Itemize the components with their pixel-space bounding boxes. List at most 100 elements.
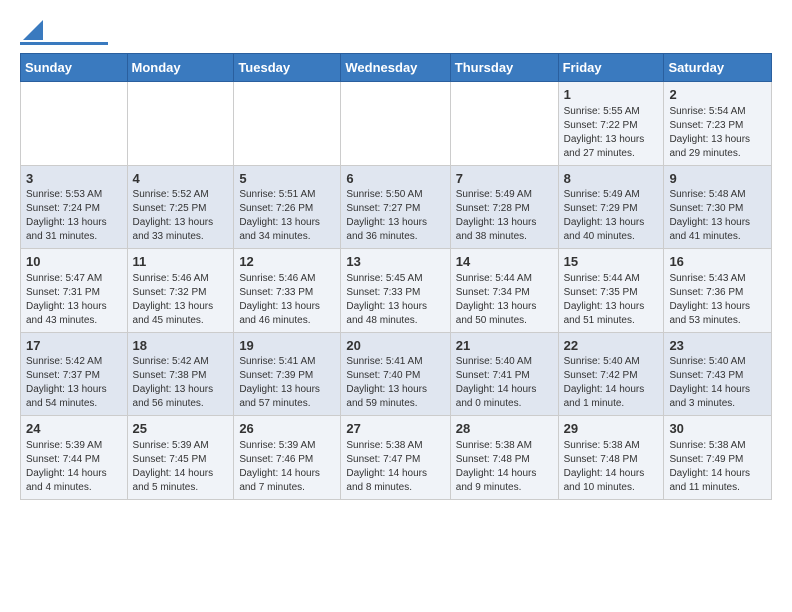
calendar-day-cell xyxy=(127,82,234,166)
day-number: 3 xyxy=(26,170,122,188)
day-number: 8 xyxy=(564,170,659,188)
day-info: Sunrise: 5:40 AM Sunset: 7:43 PM Dayligh… xyxy=(669,355,766,411)
calendar-day-cell: 17Sunrise: 5:42 AM Sunset: 7:37 PM Dayli… xyxy=(21,332,128,416)
calendar-day-cell: 6Sunrise: 5:50 AM Sunset: 7:27 PM Daylig… xyxy=(341,165,450,249)
day-info: Sunrise: 5:50 AM Sunset: 7:27 PM Dayligh… xyxy=(346,188,444,244)
day-info: Sunrise: 5:48 AM Sunset: 7:30 PM Dayligh… xyxy=(669,188,766,244)
day-number: 14 xyxy=(456,253,553,271)
day-info: Sunrise: 5:42 AM Sunset: 7:38 PM Dayligh… xyxy=(133,355,229,411)
day-number: 13 xyxy=(346,253,444,271)
calendar-day-cell xyxy=(21,82,128,166)
day-number: 5 xyxy=(239,170,335,188)
calendar-day-cell: 5Sunrise: 5:51 AM Sunset: 7:26 PM Daylig… xyxy=(234,165,341,249)
calendar-day-cell: 26Sunrise: 5:39 AM Sunset: 7:46 PM Dayli… xyxy=(234,416,341,500)
day-info: Sunrise: 5:45 AM Sunset: 7:33 PM Dayligh… xyxy=(346,272,444,328)
day-info: Sunrise: 5:51 AM Sunset: 7:26 PM Dayligh… xyxy=(239,188,335,244)
day-number: 25 xyxy=(133,420,229,438)
day-number: 16 xyxy=(669,253,766,271)
day-info: Sunrise: 5:44 AM Sunset: 7:35 PM Dayligh… xyxy=(564,272,659,328)
calendar-day-cell: 4Sunrise: 5:52 AM Sunset: 7:25 PM Daylig… xyxy=(127,165,234,249)
day-number: 23 xyxy=(669,337,766,355)
day-info: Sunrise: 5:39 AM Sunset: 7:46 PM Dayligh… xyxy=(239,439,335,495)
calendar-week-row: 10Sunrise: 5:47 AM Sunset: 7:31 PM Dayli… xyxy=(21,249,772,333)
calendar-week-row: 3Sunrise: 5:53 AM Sunset: 7:24 PM Daylig… xyxy=(21,165,772,249)
weekday-header-cell: Friday xyxy=(558,54,664,82)
day-number: 17 xyxy=(26,337,122,355)
weekday-header-cell: Wednesday xyxy=(341,54,450,82)
day-number: 19 xyxy=(239,337,335,355)
day-number: 21 xyxy=(456,337,553,355)
day-info: Sunrise: 5:38 AM Sunset: 7:49 PM Dayligh… xyxy=(669,439,766,495)
day-number: 7 xyxy=(456,170,553,188)
calendar-day-cell: 15Sunrise: 5:44 AM Sunset: 7:35 PM Dayli… xyxy=(558,249,664,333)
day-info: Sunrise: 5:38 AM Sunset: 7:48 PM Dayligh… xyxy=(456,439,553,495)
page-header xyxy=(20,16,772,45)
calendar-day-cell: 3Sunrise: 5:53 AM Sunset: 7:24 PM Daylig… xyxy=(21,165,128,249)
weekday-header-row: SundayMondayTuesdayWednesdayThursdayFrid… xyxy=(21,54,772,82)
calendar-day-cell: 1Sunrise: 5:55 AM Sunset: 7:22 PM Daylig… xyxy=(558,82,664,166)
day-info: Sunrise: 5:46 AM Sunset: 7:32 PM Dayligh… xyxy=(133,272,229,328)
calendar-body: 1Sunrise: 5:55 AM Sunset: 7:22 PM Daylig… xyxy=(21,82,772,500)
calendar-day-cell: 25Sunrise: 5:39 AM Sunset: 7:45 PM Dayli… xyxy=(127,416,234,500)
weekday-header-cell: Tuesday xyxy=(234,54,341,82)
day-info: Sunrise: 5:49 AM Sunset: 7:29 PM Dayligh… xyxy=(564,188,659,244)
calendar-day-cell xyxy=(234,82,341,166)
day-info: Sunrise: 5:38 AM Sunset: 7:48 PM Dayligh… xyxy=(564,439,659,495)
calendar-day-cell: 7Sunrise: 5:49 AM Sunset: 7:28 PM Daylig… xyxy=(450,165,558,249)
calendar-day-cell: 11Sunrise: 5:46 AM Sunset: 7:32 PM Dayli… xyxy=(127,249,234,333)
calendar-day-cell: 21Sunrise: 5:40 AM Sunset: 7:41 PM Dayli… xyxy=(450,332,558,416)
calendar-week-row: 1Sunrise: 5:55 AM Sunset: 7:22 PM Daylig… xyxy=(21,82,772,166)
day-number: 18 xyxy=(133,337,229,355)
weekday-header-cell: Thursday xyxy=(450,54,558,82)
calendar-day-cell: 16Sunrise: 5:43 AM Sunset: 7:36 PM Dayli… xyxy=(664,249,772,333)
calendar-week-row: 17Sunrise: 5:42 AM Sunset: 7:37 PM Dayli… xyxy=(21,332,772,416)
day-number: 6 xyxy=(346,170,444,188)
day-number: 24 xyxy=(26,420,122,438)
calendar-day-cell: 29Sunrise: 5:38 AM Sunset: 7:48 PM Dayli… xyxy=(558,416,664,500)
calendar-day-cell: 10Sunrise: 5:47 AM Sunset: 7:31 PM Dayli… xyxy=(21,249,128,333)
calendar-day-cell: 18Sunrise: 5:42 AM Sunset: 7:38 PM Dayli… xyxy=(127,332,234,416)
calendar-day-cell: 20Sunrise: 5:41 AM Sunset: 7:40 PM Dayli… xyxy=(341,332,450,416)
day-info: Sunrise: 5:42 AM Sunset: 7:37 PM Dayligh… xyxy=(26,355,122,411)
calendar-day-cell xyxy=(450,82,558,166)
weekday-header-cell: Sunday xyxy=(21,54,128,82)
calendar-day-cell: 12Sunrise: 5:46 AM Sunset: 7:33 PM Dayli… xyxy=(234,249,341,333)
day-number: 2 xyxy=(669,86,766,104)
day-info: Sunrise: 5:39 AM Sunset: 7:44 PM Dayligh… xyxy=(26,439,122,495)
day-number: 29 xyxy=(564,420,659,438)
day-info: Sunrise: 5:39 AM Sunset: 7:45 PM Dayligh… xyxy=(133,439,229,495)
calendar-day-cell: 23Sunrise: 5:40 AM Sunset: 7:43 PM Dayli… xyxy=(664,332,772,416)
weekday-header-cell: Saturday xyxy=(664,54,772,82)
day-number: 10 xyxy=(26,253,122,271)
day-info: Sunrise: 5:54 AM Sunset: 7:23 PM Dayligh… xyxy=(669,105,766,161)
day-number: 20 xyxy=(346,337,444,355)
calendar-day-cell: 28Sunrise: 5:38 AM Sunset: 7:48 PM Dayli… xyxy=(450,416,558,500)
day-info: Sunrise: 5:53 AM Sunset: 7:24 PM Dayligh… xyxy=(26,188,122,244)
day-number: 1 xyxy=(564,86,659,104)
weekday-header-cell: Monday xyxy=(127,54,234,82)
calendar-day-cell: 30Sunrise: 5:38 AM Sunset: 7:49 PM Dayli… xyxy=(664,416,772,500)
logo xyxy=(20,20,108,45)
day-number: 9 xyxy=(669,170,766,188)
calendar-week-row: 24Sunrise: 5:39 AM Sunset: 7:44 PM Dayli… xyxy=(21,416,772,500)
calendar-day-cell: 24Sunrise: 5:39 AM Sunset: 7:44 PM Dayli… xyxy=(21,416,128,500)
calendar-day-cell: 22Sunrise: 5:40 AM Sunset: 7:42 PM Dayli… xyxy=(558,332,664,416)
day-info: Sunrise: 5:38 AM Sunset: 7:47 PM Dayligh… xyxy=(346,439,444,495)
calendar-day-cell: 27Sunrise: 5:38 AM Sunset: 7:47 PM Dayli… xyxy=(341,416,450,500)
calendar-table: SundayMondayTuesdayWednesdayThursdayFrid… xyxy=(20,53,772,500)
day-info: Sunrise: 5:41 AM Sunset: 7:40 PM Dayligh… xyxy=(346,355,444,411)
day-number: 11 xyxy=(133,253,229,271)
day-info: Sunrise: 5:46 AM Sunset: 7:33 PM Dayligh… xyxy=(239,272,335,328)
calendar-day-cell: 13Sunrise: 5:45 AM Sunset: 7:33 PM Dayli… xyxy=(341,249,450,333)
day-info: Sunrise: 5:52 AM Sunset: 7:25 PM Dayligh… xyxy=(133,188,229,244)
day-info: Sunrise: 5:44 AM Sunset: 7:34 PM Dayligh… xyxy=(456,272,553,328)
day-number: 12 xyxy=(239,253,335,271)
day-info: Sunrise: 5:43 AM Sunset: 7:36 PM Dayligh… xyxy=(669,272,766,328)
calendar-day-cell: 19Sunrise: 5:41 AM Sunset: 7:39 PM Dayli… xyxy=(234,332,341,416)
day-info: Sunrise: 5:55 AM Sunset: 7:22 PM Dayligh… xyxy=(564,105,659,161)
calendar-day-cell: 9Sunrise: 5:48 AM Sunset: 7:30 PM Daylig… xyxy=(664,165,772,249)
day-info: Sunrise: 5:41 AM Sunset: 7:39 PM Dayligh… xyxy=(239,355,335,411)
day-info: Sunrise: 5:47 AM Sunset: 7:31 PM Dayligh… xyxy=(26,272,122,328)
day-number: 26 xyxy=(239,420,335,438)
day-number: 22 xyxy=(564,337,659,355)
